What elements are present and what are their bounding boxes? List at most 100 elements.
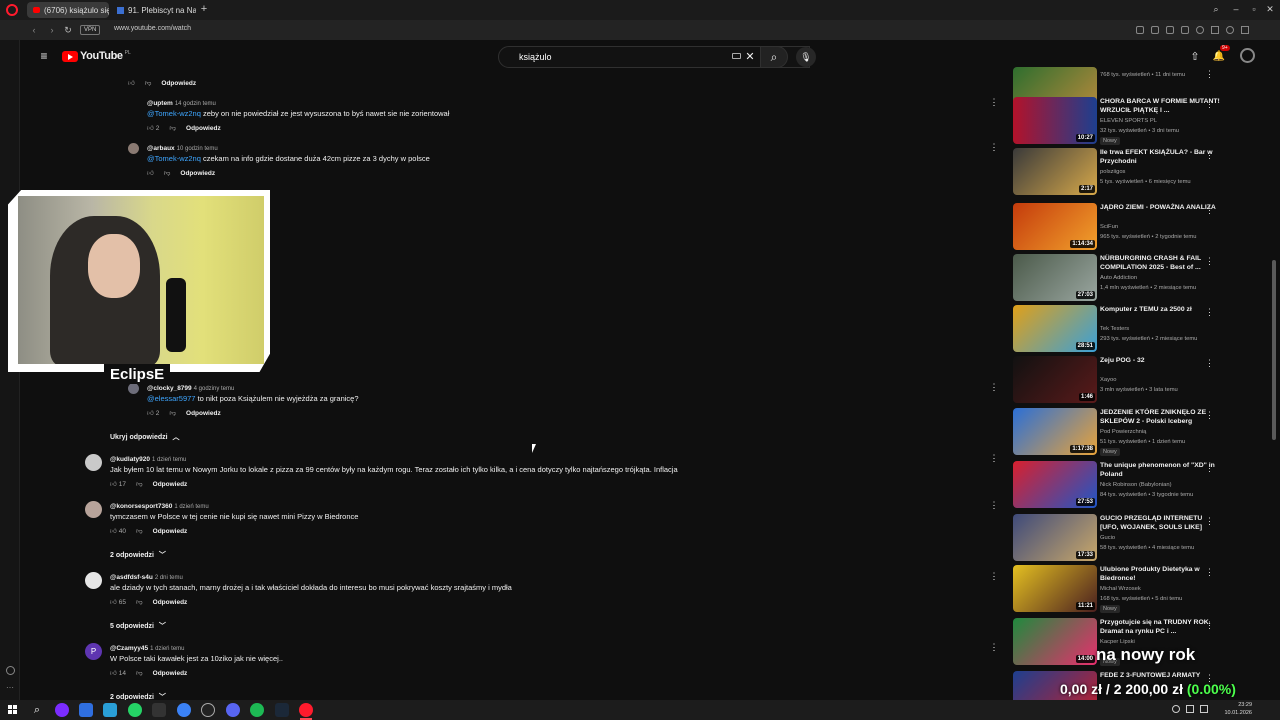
opera-logo-icon[interactable] [6, 4, 18, 16]
video-channel[interactable]: Xayoo [1100, 377, 1116, 383]
show-replies-button[interactable]: 2 odpowiedzi ﹀ [110, 550, 166, 560]
taskbar-app-icon[interactable] [177, 703, 191, 717]
video-title[interactable]: GUCIO PRZEGLĄD INTERNETU [UFO, WOJANEK, … [1100, 514, 1220, 532]
reply-button[interactable]: Odpowiedz [153, 599, 188, 606]
back-icon[interactable]: ‹ [28, 24, 40, 36]
dislike-icon[interactable]: 👎︎ [164, 169, 171, 177]
maximize-icon[interactable]: ▫ [1248, 3, 1260, 15]
mention-link[interactable]: @elessar5977 [147, 394, 195, 403]
reply-button[interactable]: Odpowiedz [153, 670, 188, 677]
steam-icon[interactable] [275, 703, 289, 717]
close-window-icon[interactable]: ✕ [1264, 3, 1276, 15]
spotify-icon[interactable] [250, 703, 264, 717]
minimize-icon[interactable]: – [1230, 3, 1242, 15]
comment-author[interactable]: @konorsesport7360 [110, 503, 172, 510]
forward-icon[interactable]: › [46, 24, 58, 36]
video-title[interactable]: The unique phenomenon of "XD" in Poland [1100, 461, 1220, 479]
taskbar-clock[interactable]: 23:29 10.01.2026 [1222, 701, 1252, 717]
sidebar-video-item[interactable]: 1:14:34 JĄDRO ZIEMI - POWAŻNA ANALIZA SciF… [1013, 203, 1243, 253]
wallet-icon[interactable] [1166, 26, 1174, 34]
menu-icon[interactable] [1241, 26, 1249, 34]
comment-more-icon[interactable]: ⋮ [990, 453, 999, 463]
play-icon[interactable] [1181, 26, 1189, 34]
comment-author[interactable]: @Czamyy45 [110, 645, 148, 652]
comment-author[interactable]: @arbaux [147, 145, 175, 152]
video-more-icon[interactable]: ⋮ [1205, 256, 1214, 267]
account-avatar[interactable] [1240, 48, 1255, 63]
hamburger-menu-icon[interactable]: ≡ [38, 49, 50, 63]
taskbar-app-icon[interactable] [55, 703, 69, 717]
dislike-icon[interactable]: 👎︎ [169, 124, 176, 132]
dislike-icon[interactable]: 👎︎ [136, 669, 143, 677]
download-icon[interactable] [1211, 26, 1219, 34]
video-channel[interactable]: Auto Addiction [1100, 275, 1137, 281]
video-thumbnail[interactable]: 17:33 [1013, 514, 1097, 561]
comment-more-icon[interactable]: ⋮ [990, 571, 999, 581]
reply-button[interactable]: Odpowiedz [180, 170, 215, 177]
video-title[interactable]: NÜRBURGRING CRASH & FAIL COMPILATION 202… [1100, 254, 1220, 272]
sidebar-video-item[interactable]: 27:53 The unique phenomenon of "XD" in Po… [1013, 461, 1243, 511]
sidebar-more-icon[interactable]: ⋯ [5, 682, 15, 692]
avatar[interactable] [128, 143, 139, 154]
hide-replies-button[interactable]: Ukryj odpowiedzi ︿ [110, 432, 180, 442]
like-icon[interactable]: 👍︎ [147, 169, 154, 177]
url-field[interactable]: www.youtube.com/watch [114, 25, 191, 32]
vpn-badge[interactable]: VPN [80, 25, 101, 35]
video-more-icon[interactable]: ⋮ [1205, 307, 1214, 318]
dislike-icon[interactable]: 👎︎ [136, 527, 143, 535]
taskbar-app-icon[interactable] [152, 703, 166, 717]
show-replies-button[interactable]: 5 odpowiedzi ﹀ [110, 621, 166, 631]
like-icon[interactable]: 👍︎ [110, 480, 117, 488]
account-icon[interactable] [1226, 26, 1234, 34]
video-more-icon[interactable]: ⋮ [1205, 410, 1214, 421]
voice-search-icon[interactable]: 🎙 [796, 47, 816, 67]
video-title[interactable]: FEDE Z 3-FUNTOWEJ ARMATY [1100, 671, 1220, 680]
taskbar-app-icon[interactable] [201, 703, 215, 717]
avatar[interactable] [85, 454, 102, 471]
sidebar-clock-icon[interactable] [6, 666, 15, 675]
video-channel[interactable]: SciFun [1100, 224, 1118, 230]
reply-button[interactable]: Odpowiedz [186, 410, 221, 417]
video-more-icon[interactable]: ⋮ [1205, 69, 1214, 80]
video-title[interactable]: Zeju POG - 32 [1100, 356, 1220, 365]
video-channel[interactable]: Michał Wrzosek [1100, 586, 1141, 592]
comment-author[interactable]: @kudlaty920 [110, 456, 150, 463]
page-scrollbar[interactable] [1272, 260, 1276, 440]
comment-author[interactable]: @uptem [147, 100, 173, 107]
like-icon[interactable]: 👍︎ [147, 124, 154, 132]
avatar[interactable]: P [85, 643, 102, 660]
dislike-icon[interactable]: 👎︎ [136, 480, 143, 488]
new-tab-plus-icon[interactable]: + [198, 3, 210, 15]
comment-time[interactable]: 2 dni temu [155, 575, 183, 581]
browser-tab[interactable]: 91. Plebiscyt na Najlepsze [111, 2, 196, 18]
sidebar-video-item[interactable]: 28:51 Komputer z TEMU za 2500 zł Tek Teste… [1013, 305, 1243, 355]
mention-link[interactable]: @Tomek-wz2nq [147, 154, 201, 163]
clear-search-icon[interactable]: ✕ [744, 49, 756, 63]
video-more-icon[interactable]: ⋮ [1205, 150, 1214, 161]
sidebar-video-item[interactable]: 1:17:38 JEDZENIE KTÓRE ZNIKNĘŁO ZE SKLEPÓ… [1013, 408, 1243, 458]
video-channel[interactable]: ELEVEN SPORTS PL [1100, 118, 1157, 124]
video-thumbnail[interactable]: 14:00 [1013, 618, 1097, 665]
comment-time[interactable]: 14 godzin temu [175, 101, 216, 107]
taskbar-app-icon[interactable] [128, 703, 142, 717]
video-thumbnail[interactable]: 28:51 [1013, 305, 1097, 352]
avatar[interactable] [85, 572, 102, 589]
video-more-icon[interactable]: ⋮ [1205, 205, 1214, 216]
video-thumbnail[interactable]: 2:17 [1013, 148, 1097, 195]
video-title[interactable]: Komputer z TEMU za 2500 zł [1100, 305, 1220, 314]
video-more-icon[interactable]: ⋮ [1205, 567, 1214, 578]
reply-button[interactable]: Odpowiedz [186, 125, 221, 132]
mention-link[interactable]: @Tomek-wz2nq [147, 109, 201, 118]
comment-author[interactable]: @asdfdsf-s4u [110, 574, 153, 581]
keyboard-icon[interactable] [732, 53, 741, 59]
youtube-logo[interactable]: YouTube PL [62, 50, 131, 62]
video-channel[interactable]: Gucio [1100, 535, 1115, 541]
reply-button[interactable]: Odpowiedz [161, 80, 196, 87]
notifications-bell-icon[interactable]: 🔔 [1212, 49, 1226, 63]
dislike-icon[interactable]: 👎︎ [145, 79, 152, 87]
comment-more-icon[interactable]: ⋮ [990, 382, 999, 392]
video-thumbnail[interactable]: 1:46 [1013, 356, 1097, 403]
comment-time[interactable]: 10 godzin temu [177, 146, 218, 152]
volume-icon[interactable] [1186, 705, 1194, 713]
taskbar-app-icon[interactable] [103, 703, 117, 717]
